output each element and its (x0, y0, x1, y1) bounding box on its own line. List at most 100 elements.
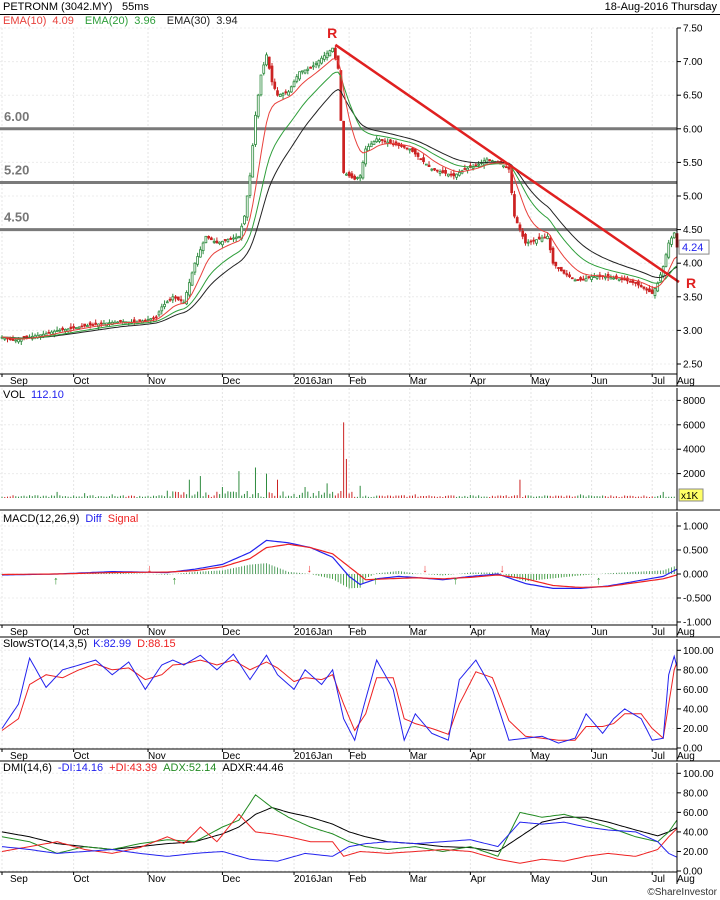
candle-body (248, 175, 252, 196)
dmi-plus-line (1, 813, 678, 864)
dmi-adx-line (1, 794, 678, 857)
vol-ytick-label: 4000 (683, 445, 706, 456)
candle-body (176, 296, 180, 300)
candle-body (438, 171, 442, 174)
dmi-xtick-label: Jun (592, 874, 608, 885)
candle-body (325, 52, 329, 59)
candle-body (477, 163, 480, 166)
vol-label: VOL (3, 389, 26, 401)
sto-k-line (1, 653, 678, 744)
candle-body (518, 224, 522, 231)
sto-xtick-label: Feb (349, 751, 367, 762)
candle-body (587, 276, 591, 278)
candle-body (488, 159, 492, 162)
candle-body (446, 173, 450, 177)
candle-body (535, 239, 538, 244)
candle-body (232, 237, 235, 240)
price-legend: EMA(10) 4.09 EMA(20) 3.96 EMA(30) 3.94 (3, 15, 244, 27)
candle-body (69, 326, 73, 329)
price-ytick-label: 4.00 (683, 259, 703, 270)
candle-body (413, 148, 417, 155)
candle-body (628, 280, 632, 283)
candle-body (160, 306, 164, 312)
dmi-ytick-label: 100.00 (683, 769, 714, 780)
sto-xtick-label: Jul (652, 751, 665, 762)
candle-body (592, 276, 596, 279)
ema30-legend: EMA(30) (166, 15, 211, 27)
candle-body (612, 277, 615, 280)
candle-body (430, 168, 434, 171)
candle-body (400, 144, 403, 147)
downtrend-line (334, 43, 680, 284)
candle-body (223, 239, 227, 241)
candle-body (634, 281, 638, 284)
dmi-xtick-label: Feb (349, 874, 367, 885)
candle-body (320, 57, 323, 64)
price-ytick-label: 3.00 (683, 326, 703, 337)
price-xaxis-bg (0, 374, 677, 386)
peak-mark-2: R (686, 275, 696, 291)
macd-sell-arrow: ↓ (499, 563, 505, 575)
last-price-value: 4.24 (682, 242, 703, 254)
resistance-label: 6.00 (4, 109, 29, 124)
candle-body (463, 168, 467, 170)
candle-body (358, 175, 362, 179)
price-ytick-label: 6.00 (683, 124, 703, 135)
sto-xtick-label: Nov (148, 751, 166, 762)
dmi-xaxis-bg (0, 872, 677, 884)
candle-body (94, 322, 98, 325)
candle-body (513, 194, 516, 217)
candle-body (617, 278, 621, 281)
candle-body (138, 319, 142, 322)
vol-ytick-label: 2000 (683, 469, 706, 480)
candle-body (39, 334, 42, 337)
vol-value: 112.10 (31, 389, 64, 401)
candle-body (215, 240, 219, 244)
candle-body (108, 322, 111, 325)
sto-xtick-label: Sep (10, 751, 28, 762)
ema10-value: 4.09 (52, 15, 74, 27)
candle-body (289, 86, 293, 93)
candle-body (645, 288, 649, 291)
candle-body (196, 256, 199, 265)
price-ytick-label: 7.50 (683, 24, 703, 35)
candle-body (149, 318, 153, 321)
candle-body (204, 235, 208, 244)
candle-body (300, 70, 304, 73)
candle-body (83, 323, 87, 327)
candle-body (449, 173, 453, 176)
candle-body (581, 278, 585, 281)
candle-body (345, 173, 348, 176)
candle-body (190, 272, 194, 286)
candle-body (650, 289, 654, 294)
candle-body (61, 327, 64, 331)
candle-body (267, 56, 271, 69)
vol-legend: VOL 112.10 (3, 389, 70, 401)
macd-label: MACD(12,26,9) (3, 513, 80, 525)
candle-body (595, 276, 599, 279)
macd-ytick-label: 1.000 (683, 522, 708, 533)
candle-body (179, 299, 183, 302)
candle-body (99, 322, 103, 325)
dmi-adxr-line (1, 806, 678, 853)
candle-body (278, 93, 282, 97)
candle-body (212, 240, 216, 243)
candle-body (529, 240, 533, 243)
candle-body (75, 327, 78, 329)
resistance-label: 5.20 (4, 163, 29, 178)
stock-chart: PETRONM (3042.MY) 55ms 18-Aug-2016 Thurs… (0, 0, 720, 900)
candle-body (562, 269, 566, 274)
candle-body (55, 329, 59, 332)
candle-body (554, 261, 558, 267)
ema20-line (1, 71, 678, 339)
macd-buy-arrow: ↑ (596, 575, 602, 587)
vol-unit-label: x1K (681, 491, 699, 502)
candle-body (452, 173, 456, 177)
ema10-line (1, 58, 678, 340)
price-xtick-label: Nov (148, 376, 166, 387)
candle-body (154, 316, 158, 319)
candle-body (537, 236, 541, 240)
sto-xtick-label: Apr (470, 751, 486, 762)
candle-body (342, 120, 345, 173)
candle-body (270, 65, 274, 83)
